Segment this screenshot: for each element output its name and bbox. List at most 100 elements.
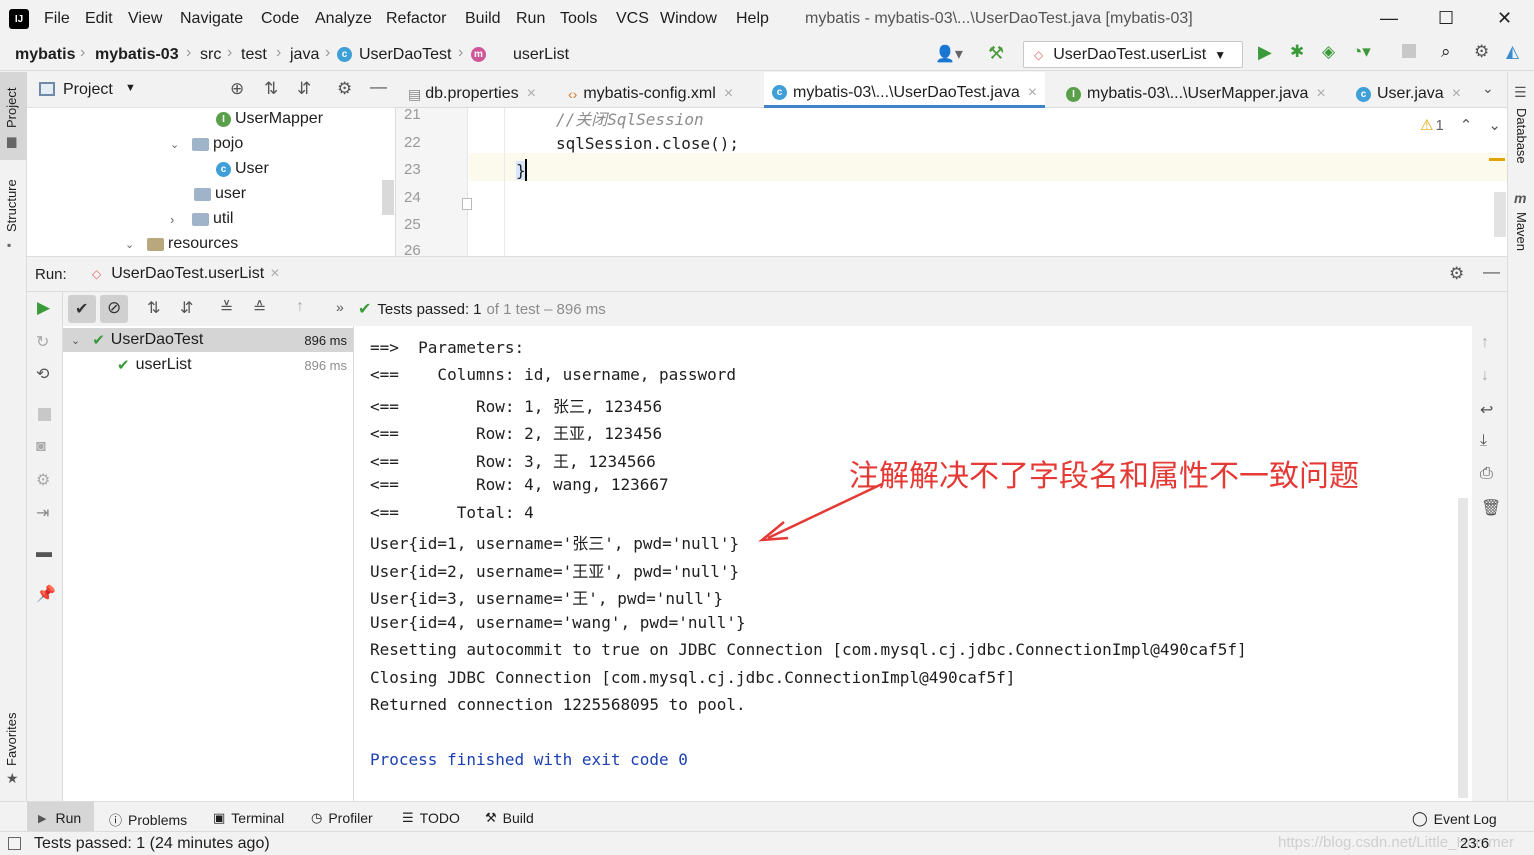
test-row-userdaotest[interactable]: ⌄ ✔ UserDaoTest 896 ms [63, 328, 353, 352]
debug-icon[interactable]: ✱ [1290, 42, 1304, 62]
tab-user-java[interactable]: c User.java × [1356, 72, 1461, 108]
collapse-all-icon[interactable]: ⇵ [297, 79, 311, 99]
rerun-failed-icon[interactable]: ↻ [36, 332, 49, 352]
menu-edit[interactable]: Edit [85, 10, 113, 28]
menu-analyze[interactable]: Analyze [315, 10, 372, 28]
menu-tools[interactable]: Tools [560, 10, 597, 28]
trash-icon[interactable]: 🗑 [1481, 498, 1501, 518]
scrollbar-thumb[interactable] [1458, 498, 1468, 798]
scrollbar-thumb[interactable] [1494, 192, 1506, 237]
tab-usermapper[interactable]: I mybatis-03\...\UserMapper.java × [1066, 72, 1326, 108]
more-icon[interactable]: » [336, 299, 344, 315]
soft-wrap-icon[interactable]: ↩ [1480, 400, 1493, 420]
close-tab-icon[interactable]: × [270, 265, 279, 283]
tree-item-util[interactable]: › util [170, 210, 233, 228]
arrow-up-icon[interactable]: ↑ [296, 298, 304, 316]
import-icon[interactable]: ⇥ [36, 503, 49, 523]
locate-icon[interactable]: ⊕ [230, 79, 244, 99]
chevron-down-icon[interactable]: ⌄ [1482, 80, 1494, 97]
user-icon[interactable]: 👤▾ [935, 44, 963, 64]
arrow-down-icon[interactable]: ↓ [1481, 367, 1489, 385]
breadcrumb-module[interactable]: mybatis-03 [95, 46, 179, 64]
chevron-down-icon[interactable]: ⌄ [71, 334, 80, 347]
show-passed-toggle[interactable]: ✔ [68, 295, 96, 323]
expand-all-icon[interactable]: ≚ [220, 298, 233, 318]
inspection-widget[interactable]: ⚠ 1 ⌃ ⌄ [1420, 116, 1501, 135]
settings-icon[interactable]: ⚙ [337, 79, 352, 99]
project-panel-title[interactable]: Project [63, 81, 113, 99]
menu-refactor[interactable]: Refactor [386, 10, 446, 28]
plugin-icon[interactable]: ◭ [1506, 42, 1519, 62]
close-tab-icon[interactable]: × [1452, 85, 1461, 103]
close-tab-icon[interactable]: × [1028, 84, 1037, 102]
tool-tab-build[interactable]: ⚒ Build [485, 810, 534, 826]
print-icon[interactable]: ⎙ [1480, 465, 1493, 483]
gear-icon[interactable]: ⚙ [36, 470, 50, 490]
scroll-to-end-icon[interactable]: ⤓ [1480, 432, 1487, 450]
tab-userdaotest[interactable]: c mybatis-03\...\UserDaoTest.java × [764, 72, 1046, 108]
menu-file[interactable]: File [44, 10, 70, 28]
menu-run[interactable]: Run [516, 10, 545, 28]
pin-icon[interactable]: 📌 [36, 584, 56, 604]
tab-db-properties[interactable]: ▤ db.properties × [408, 72, 536, 108]
menu-navigate[interactable]: Navigate [180, 10, 243, 28]
collapse-all-icon[interactable]: ≙ [253, 298, 266, 318]
hide-panel-icon[interactable]: — [1483, 262, 1500, 282]
breadcrumb-class[interactable]: UserDaoTest [359, 46, 451, 64]
toggle-auto-test-icon[interactable]: ⟲ [36, 364, 49, 384]
stop-icon[interactable] [38, 408, 51, 421]
menu-view[interactable]: View [128, 10, 162, 28]
close-tab-icon[interactable]: × [1316, 85, 1325, 103]
caret-position[interactable]: 23:6 [1460, 835, 1489, 852]
stop-icon[interactable] [1402, 44, 1416, 58]
breadcrumb-src[interactable]: src [200, 46, 221, 64]
chevron-down-icon[interactable]: ⌄ [1488, 116, 1501, 134]
project-tool-label[interactable]: Project [4, 88, 19, 128]
search-icon[interactable]: ⌕ [1441, 42, 1451, 62]
test-row-userlist[interactable]: ✔ userList 896 ms [63, 353, 353, 377]
tool-tab-terminal[interactable]: ▣ Terminal [213, 810, 284, 826]
run-icon[interactable]: ▶ [1258, 42, 1272, 63]
favorites-tool-label[interactable]: Favorites [4, 713, 19, 766]
console-output[interactable]: ==> Parameters: <== Columns: id, usernam… [354, 326, 1472, 801]
minimize-icon[interactable]: — [1380, 8, 1398, 29]
camera-icon[interactable]: ◙ [36, 438, 46, 456]
menu-help[interactable]: Help [736, 10, 769, 28]
tree-item-user-folder[interactable]: user [194, 185, 246, 203]
code-line[interactable]: sqlSession.close(); [556, 134, 739, 153]
maven-tool-label[interactable]: Maven [1514, 212, 1529, 251]
chevron-right-icon[interactable]: › [170, 212, 192, 227]
breadcrumb-project[interactable]: mybatis [15, 46, 75, 64]
code-comment[interactable]: //关闭SqlSession [556, 106, 704, 130]
show-ignored-toggle[interactable]: ⊘ [100, 295, 128, 323]
chevron-down-icon[interactable]: ▼ [125, 82, 136, 94]
tool-tab-problems[interactable]: ⓘ Problems [109, 810, 187, 829]
chevron-up-icon[interactable]: ⌃ [1460, 116, 1473, 134]
maximize-icon[interactable]: ☐ [1438, 8, 1454, 29]
chevron-down-icon[interactable]: ⌄ [170, 138, 192, 151]
expand-all-icon[interactable]: ⇅ [264, 79, 278, 99]
menu-vcs[interactable]: VCS [616, 10, 649, 28]
breadcrumb-java[interactable]: java [290, 46, 319, 64]
database-tool-label[interactable]: Database [1514, 108, 1529, 164]
close-icon[interactable]: ✕ [1497, 8, 1512, 29]
breadcrumb-method[interactable]: userList [513, 46, 569, 64]
run-config-select[interactable]: ◇ UserDaoTest.userList ▼ [1023, 41, 1243, 68]
tree-item-user-class[interactable]: c User [216, 160, 269, 178]
breadcrumb-test[interactable]: test [241, 46, 267, 64]
rerun-icon[interactable]: ▶ [37, 298, 50, 318]
fold-icon[interactable] [462, 198, 472, 210]
tree-item-resources[interactable]: ⌄ resources [125, 235, 238, 253]
tool-tab-profiler[interactable]: ◷ Profiler [311, 810, 373, 826]
profile-icon[interactable]: ◔▾ [1352, 42, 1371, 62]
chevron-down-icon[interactable]: ⌄ [125, 238, 147, 251]
tool-tab-event-log[interactable]: ◯ Event Log [1412, 810, 1497, 827]
menu-build[interactable]: Build [465, 10, 501, 28]
structure-tool-label[interactable]: Structure [4, 179, 19, 232]
build-hammer-icon[interactable]: ⚒ [988, 43, 1004, 64]
sort-alpha-icon[interactable]: ⇅ [147, 298, 160, 318]
run-tab[interactable]: ◇ UserDaoTest.userList × [92, 265, 280, 283]
close-tab-icon[interactable]: × [724, 85, 733, 103]
menu-code[interactable]: Code [261, 10, 299, 28]
hide-panel-icon[interactable]: — [370, 77, 387, 97]
